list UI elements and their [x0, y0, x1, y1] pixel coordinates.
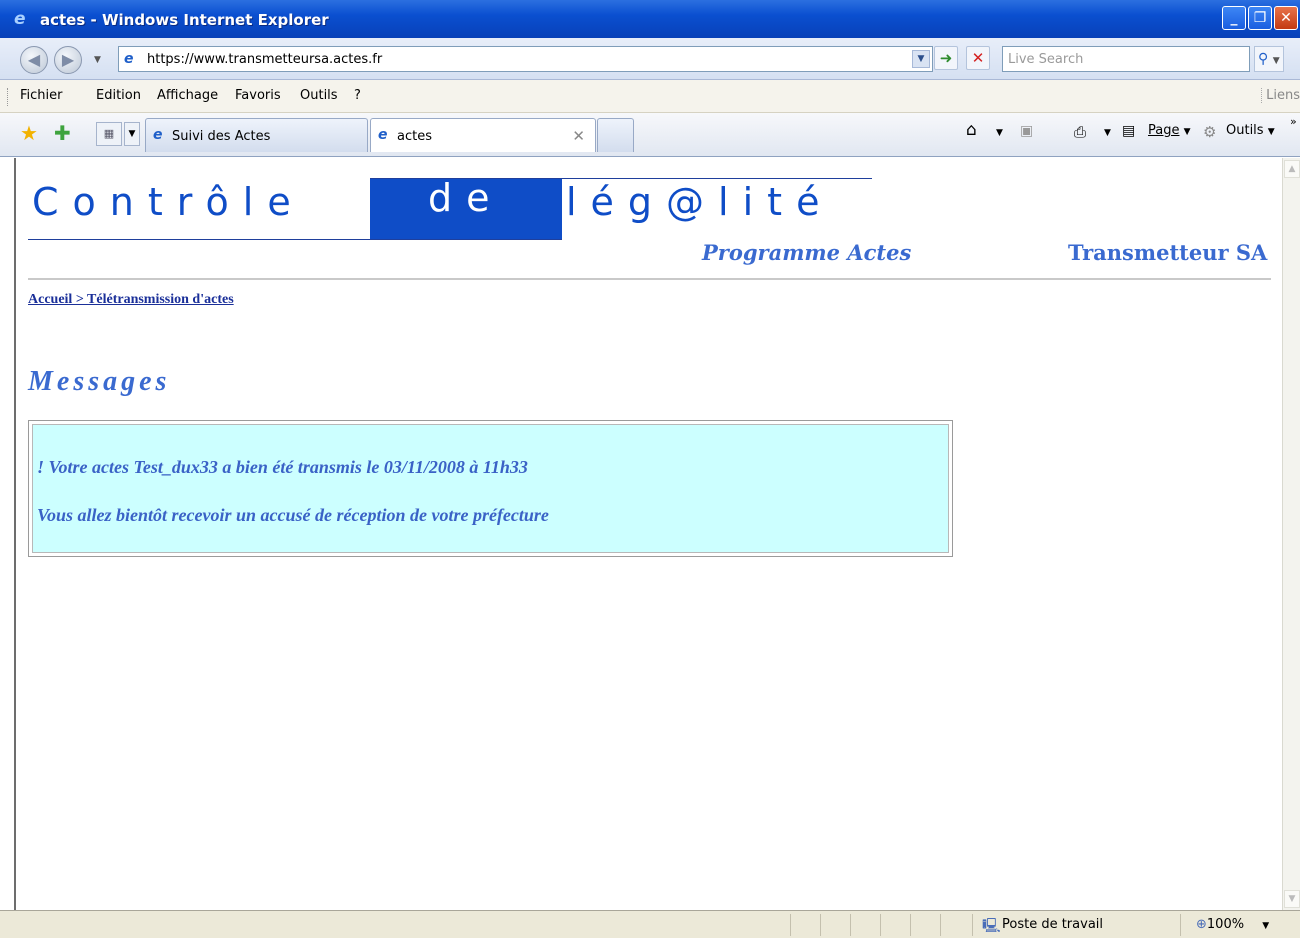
menu-help[interactable]: ?: [354, 88, 361, 103]
window-title: actes - Windows Internet Explorer: [40, 11, 329, 29]
tab-page-icon: e: [153, 127, 163, 143]
favorites-star-icon[interactable]: ★: [20, 121, 38, 145]
address-dropdown-icon[interactable]: ▼: [912, 50, 930, 68]
page-menu-icon: ▤: [1122, 123, 1136, 139]
program-label: Programme Actes: [702, 240, 912, 265]
logo-word-de: de: [428, 176, 504, 220]
zoom-level[interactable]: ⊕100% ▼: [1196, 917, 1269, 932]
status-segment: [820, 914, 821, 936]
status-segment: [940, 914, 941, 936]
scroll-down-icon[interactable]: ▼: [1284, 890, 1300, 908]
title-bar: e actes - Windows Internet Explorer _ ❐ …: [0, 0, 1300, 38]
logo-line-bottom: [28, 239, 562, 240]
menu-bar: Fichier Edition Affichage Favoris Outils…: [0, 80, 1300, 113]
zoom-icon: ⊕: [1196, 917, 1207, 932]
tab-close-icon[interactable]: ✕: [572, 127, 585, 145]
links-label[interactable]: Liens: [1261, 88, 1300, 103]
search-icon[interactable]: ⚲ ▼: [1254, 46, 1284, 72]
zoom-value: 100%: [1206, 917, 1245, 932]
menu-grip: [7, 88, 10, 106]
tab-suivi-des-actes[interactable]: e Suivi des Actes: [145, 118, 368, 152]
menu-favoris[interactable]: Favoris: [235, 88, 281, 103]
status-bar: 🖳 Poste de travail ⊕100% ▼: [0, 910, 1300, 938]
print-icon[interactable]: ⎙: [1074, 123, 1086, 141]
message-box: ! Votre actes Test_dux33 a bien été tran…: [28, 420, 953, 557]
ie-icon: e: [14, 9, 26, 29]
logo-word-legalite: lég@lité: [566, 180, 834, 224]
gear-icon: ⚙: [1203, 123, 1217, 141]
search-input[interactable]: Live Search: [1002, 46, 1250, 72]
logo-word-controle: Contrôle: [32, 180, 305, 224]
print-dropdown-icon[interactable]: ▼: [1104, 128, 1111, 138]
menu-affichage[interactable]: Affichage: [157, 88, 218, 103]
header-divider: [28, 278, 1271, 280]
menu-outils[interactable]: Outils: [300, 88, 338, 103]
page-title: Messages: [28, 366, 171, 397]
page-menu-label: Page: [1148, 123, 1180, 138]
forward-button[interactable]: ▶: [54, 46, 82, 74]
message-box-inner: ! Votre actes Test_dux33 a bien été tran…: [32, 424, 949, 553]
status-segment: [1180, 914, 1181, 936]
tab-actes[interactable]: e actes ✕: [370, 118, 596, 152]
status-segment: [910, 914, 911, 936]
home-dropdown-icon[interactable]: ▼: [996, 128, 1003, 138]
status-segment: [850, 914, 851, 936]
status-segment: [880, 914, 881, 936]
menu-edition[interactable]: Edition: [96, 88, 141, 103]
status-segment: [790, 914, 791, 936]
page-icon: e: [124, 51, 134, 67]
tab-label: Suivi des Actes: [172, 129, 271, 144]
address-bar[interactable]: e https://www.transmetteursa.actes.fr ▼: [118, 46, 933, 72]
close-button[interactable]: ✕: [1274, 6, 1298, 30]
vertical-scrollbar[interactable]: ▲ ▼: [1282, 158, 1300, 910]
computer-zone-icon: 🖳: [982, 918, 1001, 934]
stop-button[interactable]: ✕: [966, 46, 990, 70]
minimize-button[interactable]: _: [1222, 6, 1246, 30]
tools-menu-label: Outils: [1226, 123, 1264, 138]
chevron-more-icon[interactable]: »: [1290, 115, 1297, 128]
feeds-icon[interactable]: ▣: [1020, 123, 1033, 139]
quick-tabs-icon[interactable]: ▦: [96, 122, 122, 146]
home-icon[interactable]: ⌂: [966, 120, 977, 140]
back-button[interactable]: ◀: [20, 46, 48, 74]
history-dropdown-icon[interactable]: ▼: [94, 55, 101, 65]
scroll-up-icon[interactable]: ▲: [1284, 160, 1300, 178]
message-notice: Vous allez bientôt recevoir un accusé de…: [37, 505, 549, 525]
security-zone-label[interactable]: Poste de travail: [1002, 917, 1103, 932]
url-text[interactable]: https://www.transmetteursa.actes.fr: [147, 52, 382, 67]
go-button[interactable]: ➜: [934, 46, 958, 70]
page-menu-button[interactable]: Page ▼: [1148, 123, 1191, 138]
tab-list-dropdown-icon[interactable]: ▼: [124, 122, 140, 146]
new-tab-button[interactable]: [597, 118, 634, 152]
restore-button[interactable]: ❐: [1248, 6, 1272, 30]
company-label: Transmetteur SA: [1068, 240, 1268, 265]
add-favorite-icon[interactable]: ✚: [54, 121, 71, 145]
tab-label: actes: [397, 129, 432, 144]
message-confirmation: ! Votre actes Test_dux33 a bien été tran…: [37, 457, 528, 477]
tab-page-icon: e: [378, 127, 388, 143]
search-placeholder: Live Search: [1008, 52, 1084, 67]
menu-fichier[interactable]: Fichier: [20, 88, 63, 103]
breadcrumb[interactable]: Accueil > Télétransmission d'actes: [28, 292, 234, 308]
status-segment: [972, 914, 973, 936]
tab-bar: ★ ✚ ▦ ▼ e Suivi des Actes e actes ✕ ⌂ ▼ …: [0, 113, 1300, 157]
tools-menu-button[interactable]: Outils ▼: [1226, 123, 1275, 138]
